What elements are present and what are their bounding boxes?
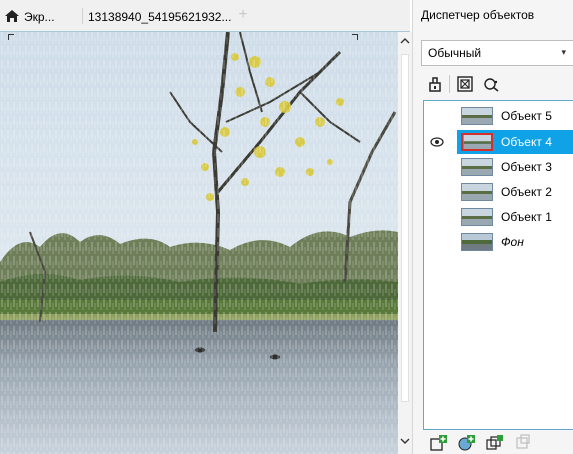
lock-icon[interactable] <box>425 74 445 94</box>
scroll-down-arrow-icon[interactable] <box>400 436 410 446</box>
object-label: Объект 3 <box>501 160 552 174</box>
new-mask-icon[interactable] <box>457 434 477 452</box>
image-canvas[interactable] <box>0 32 398 454</box>
object-thumbnail <box>461 208 493 226</box>
tab-divider <box>82 8 83 24</box>
document-tab-bar: Экр... 13138940_54195621932... + <box>0 0 410 32</box>
chevron-down-icon: ▾ <box>561 47 566 57</box>
docker-title: Диспетчер объектов <box>421 8 535 22</box>
object-label: Объект 4 <box>501 135 552 149</box>
delete-object-icon[interactable] <box>513 434 533 452</box>
eye-icon[interactable] <box>430 136 444 148</box>
blend-mode-dropdown[interactable]: Обычный ▾ <box>421 40 573 66</box>
mask-icon[interactable] <box>455 74 475 94</box>
list-item[interactable]: Объект 2 <box>424 180 573 204</box>
object-properties-icon[interactable] <box>481 74 501 94</box>
list-item[interactable]: Объект 3 <box>424 155 573 179</box>
list-item[interactable]: Фон <box>424 230 573 254</box>
objects-list: Объект 5 Объект 4 Объект 3 Объект 2 Объе… <box>423 100 573 430</box>
object-label: Объект 5 <box>501 109 552 123</box>
tab-screen[interactable]: Экр... <box>4 6 80 28</box>
object-thumbnail <box>461 233 493 251</box>
object-thumbnail <box>461 183 493 201</box>
object-thumbnail <box>461 158 493 176</box>
add-tab-button[interactable]: + <box>236 7 250 23</box>
list-item[interactable]: Объект 5 <box>424 104 573 128</box>
canvas-corner-marker <box>8 34 14 40</box>
object-label: Объект 1 <box>501 210 552 224</box>
tab-image-file-label: 13138940_54195621932... <box>88 10 232 24</box>
list-item[interactable]: Объект 1 <box>424 205 573 229</box>
object-thumbnail <box>461 133 493 151</box>
canvas-vertical-scrollbar[interactable] <box>398 32 412 454</box>
object-toolbar <box>421 72 571 96</box>
list-item[interactable]: Объект 4 <box>424 130 573 154</box>
object-manager-bottom-toolbar <box>423 432 573 454</box>
combine-objects-icon[interactable] <box>485 434 505 452</box>
object-label: Фон <box>501 235 524 249</box>
toolbar-divider <box>449 75 450 93</box>
new-object-icon[interactable] <box>429 434 449 452</box>
scroll-up-arrow-icon[interactable] <box>400 36 410 46</box>
blend-mode-value: Обычный <box>428 46 482 60</box>
object-manager-docker: Диспетчер объектов Обычный ▾ Объект 5 Об… <box>412 0 573 454</box>
home-icon <box>5 10 19 22</box>
object-label: Объект 2 <box>501 185 552 199</box>
tab-image-file[interactable]: 13138940_54195621932... <box>88 6 232 28</box>
landscape-photo <box>0 32 398 454</box>
object-thumbnail <box>461 107 493 125</box>
canvas-corner-marker <box>352 34 358 40</box>
tab-screen-label: Экр... <box>24 10 55 24</box>
scrollbar-thumb[interactable] <box>401 54 409 402</box>
